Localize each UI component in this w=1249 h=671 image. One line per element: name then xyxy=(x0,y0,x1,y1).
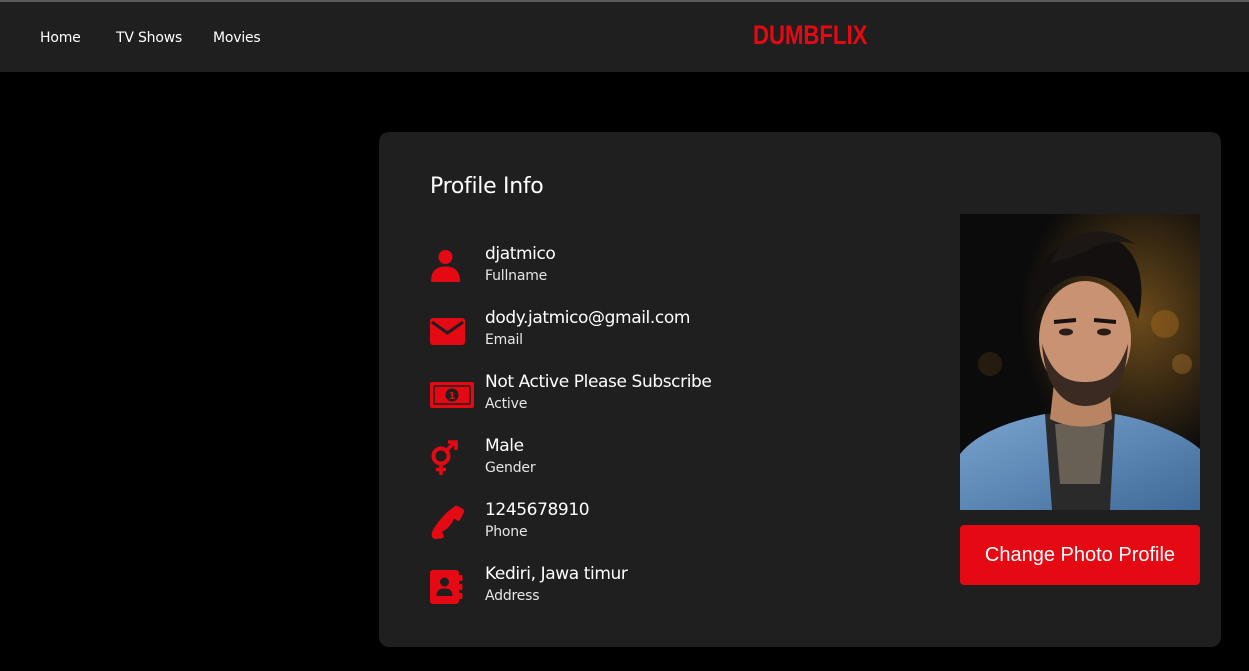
subscription-status-label: Active xyxy=(485,396,528,412)
profile-card: Profile Info djatmico Fullname dody.jatm… xyxy=(379,132,1221,647)
email-label: Email xyxy=(485,332,523,348)
phone-label: Phone xyxy=(485,524,528,540)
nav-home-link[interactable]: Home xyxy=(40,30,81,46)
info-row-fullname: djatmico Fullname xyxy=(430,244,890,294)
envelope-icon xyxy=(430,312,466,348)
phone-value: 1245678910 xyxy=(485,500,590,520)
nav-movies-link[interactable]: Movies xyxy=(213,30,261,46)
info-row-gender: Male Gender xyxy=(430,436,890,486)
address-book-icon xyxy=(430,568,466,604)
money-bill-icon: 1 xyxy=(430,376,474,412)
gender-label: Gender xyxy=(485,460,536,476)
subscription-status-value: Not Active Please Subscribe xyxy=(485,372,712,392)
fullname-label: Fullname xyxy=(485,268,548,284)
info-row-active: 1 Not Active Please Subscribe Active xyxy=(430,372,890,422)
info-row-phone: 1245678910 Phone xyxy=(430,500,890,550)
gender-icon xyxy=(430,440,466,476)
navbar: Home TV Shows Movies DUMBFLIX xyxy=(0,2,1249,72)
address-label: Address xyxy=(485,588,540,604)
profile-title: Profile Info xyxy=(430,174,544,199)
gender-value: Male xyxy=(485,436,524,456)
info-row-email: dody.jatmico@gmail.com Email xyxy=(430,308,890,358)
phone-icon xyxy=(430,504,466,540)
change-photo-button[interactable]: Change Photo Profile xyxy=(960,525,1200,585)
email-value: dody.jatmico@gmail.com xyxy=(485,308,690,328)
dumbflix-logo[interactable]: DUMBFLIX xyxy=(753,20,867,51)
address-value: Kediri, Jawa timur xyxy=(485,564,628,584)
svg-text:1: 1 xyxy=(449,391,456,402)
user-icon xyxy=(430,248,466,284)
profile-photo xyxy=(960,214,1200,510)
info-row-address: Kediri, Jawa timur Address xyxy=(430,564,890,614)
nav-tv-shows-link[interactable]: TV Shows xyxy=(116,30,182,46)
fullname-value: djatmico xyxy=(485,244,556,264)
